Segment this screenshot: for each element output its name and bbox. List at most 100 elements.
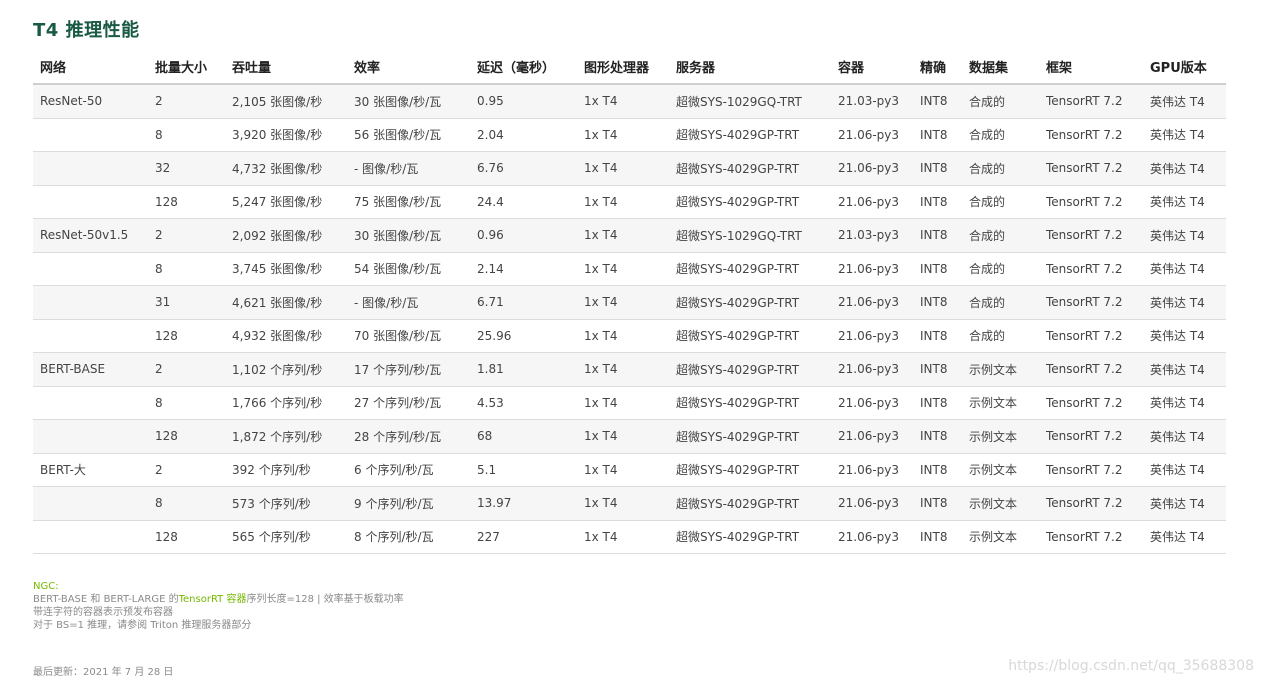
table-cell: 英伟达 T4 (1143, 520, 1226, 554)
table-cell: 1,872 个序列/秒 (225, 419, 347, 454)
ngc-label: NGC: (33, 581, 59, 592)
table-cell: 4.53 (470, 386, 577, 420)
table-cell: 4,932 张图像/秒 (225, 319, 347, 353)
table-cell: 128 (148, 419, 225, 454)
table-cell: 24.4 (470, 185, 577, 219)
table-cell: 54 张图像/秒/瓦 (347, 252, 470, 286)
table-cell: TensorRT 7.2 (1039, 185, 1143, 219)
tensorrt-container-link[interactable]: TensorRT 容器 (179, 594, 247, 605)
table-cell: 超微SYS-4029GP-TRT (669, 118, 831, 152)
table-cell: INT8 (913, 386, 962, 420)
network-cell[interactable]: ResNet-50 (33, 84, 148, 119)
network-cell (33, 285, 148, 320)
table-cell: 1x T4 (577, 520, 669, 554)
footnotes: NGC: BERT-BASE 和 BERT-LARGE 的TensorRT 容器… (33, 580, 404, 632)
table-cell: TensorRT 7.2 (1039, 520, 1143, 554)
table-cell: 英伟达 T4 (1143, 486, 1226, 521)
column-header: 服务器 (669, 50, 831, 85)
table-cell: 超微SYS-4029GP-TRT (669, 419, 831, 454)
network-cell[interactable]: BERT-大 (33, 453, 148, 487)
table-cell: 1x T4 (577, 185, 669, 219)
table-cell: 128 (148, 520, 225, 554)
table-cell: 超微SYS-4029GP-TRT (669, 185, 831, 219)
table-cell: 227 (470, 520, 577, 554)
table-cell: 示例文本 (962, 352, 1039, 387)
table-cell: 英伟达 T4 (1143, 84, 1226, 119)
table-cell: 5.1 (470, 453, 577, 487)
table-cell: 392 个序列/秒 (225, 453, 347, 487)
table-cell: 英伟达 T4 (1143, 218, 1226, 253)
network-cell[interactable]: ResNet-50v1.5 (33, 218, 148, 253)
table-cell: 示例文本 (962, 386, 1039, 420)
table-cell: INT8 (913, 352, 962, 387)
network-cell (33, 486, 148, 521)
table-cell: TensorRT 7.2 (1039, 419, 1143, 454)
table-cell: 超微SYS-4029GP-TRT (669, 285, 831, 320)
table-cell: 合成的 (962, 252, 1039, 286)
network-cell (33, 151, 148, 186)
column-header: 网络 (33, 50, 148, 85)
table-cell: 2 (148, 218, 225, 253)
table-cell: 1x T4 (577, 419, 669, 454)
table-row: 8 1,766 个序列/秒 27 个序列/秒/瓦 4.53 1x T4 超微SYS-402… (33, 386, 1226, 420)
table-cell: 超微SYS-4029GP-TRT (669, 486, 831, 521)
table-cell: 1x T4 (577, 352, 669, 387)
table-cell: 2,092 张图像/秒 (225, 218, 347, 253)
table-row: BERT-大 2 392 个序列/秒 6 个序列/秒/瓦 5.1 1x T4 超微SYS-4… (33, 453, 1226, 487)
table-row: 32 4,732 张图像/秒 - 图像/秒/瓦 6.76 1x T4 超微SYS-4029… (33, 151, 1226, 186)
table-cell: INT8 (913, 118, 962, 152)
table-cell: 21.06-py3 (831, 486, 913, 521)
table-cell: INT8 (913, 319, 962, 353)
table-cell: 合成的 (962, 84, 1039, 119)
network-cell (33, 252, 148, 286)
column-header: 吞吐量 (225, 50, 347, 85)
table-cell: 1.81 (470, 352, 577, 387)
table-cell: 0.96 (470, 218, 577, 253)
table-cell: 英伟达 T4 (1143, 185, 1226, 219)
watermark: https://blog.csdn.net/qq_35688308 (1008, 658, 1254, 674)
table-cell: INT8 (913, 520, 962, 554)
table-cell: 1,766 个序列/秒 (225, 386, 347, 420)
note-line-1-suffix: 序列长度=128 | 效率基于板载功率 (246, 594, 404, 605)
table-cell: TensorRT 7.2 (1039, 84, 1143, 119)
table-cell: 英伟达 T4 (1143, 386, 1226, 420)
table-cell: 2.14 (470, 252, 577, 286)
table-cell: 超微SYS-1029GQ-TRT (669, 84, 831, 119)
network-cell[interactable]: BERT-BASE (33, 352, 148, 387)
network-cell (33, 185, 148, 219)
table-row: 31 4,621 张图像/秒 - 图像/秒/瓦 6.71 1x T4 超微SYS-4029… (33, 285, 1226, 320)
table-cell: TensorRT 7.2 (1039, 252, 1143, 286)
table-cell: 21.06-py3 (831, 185, 913, 219)
table-cell: 1x T4 (577, 151, 669, 186)
table-cell: 示例文本 (962, 453, 1039, 487)
table-cell: 128 (148, 185, 225, 219)
table-cell: 合成的 (962, 151, 1039, 186)
table-row: 8 3,920 张图像/秒 56 张图像/秒/瓦 2.04 1x T4 超微SYS-402… (33, 118, 1226, 152)
note-line-2: 带连字符的容器表示预发布容器 (33, 607, 173, 618)
table-header-row: 网络 批量大小 吞吐量 效率 延迟（毫秒） 图形处理器 服务器 容器 精确 数据集 框架 GPU版本 (33, 50, 1226, 85)
table-cell: 超微SYS-1029GQ-TRT (669, 218, 831, 253)
table-cell: 128 (148, 319, 225, 353)
table-cell: 示例文本 (962, 419, 1039, 454)
table-cell: 30 张图像/秒/瓦 (347, 218, 470, 253)
table-cell: 2 (148, 352, 225, 387)
column-header: 批量大小 (148, 50, 225, 85)
table-cell: 5,247 张图像/秒 (225, 185, 347, 219)
table-cell: 1x T4 (577, 84, 669, 119)
table-cell: 超微SYS-4029GP-TRT (669, 151, 831, 186)
network-cell (33, 419, 148, 454)
table-cell: 21.06-py3 (831, 319, 913, 353)
table-cell: 3,745 张图像/秒 (225, 252, 347, 286)
table-cell: 0.95 (470, 84, 577, 119)
table-cell: 1,102 个序列/秒 (225, 352, 347, 387)
table-cell: INT8 (913, 252, 962, 286)
table-cell: 68 (470, 419, 577, 454)
table-cell: INT8 (913, 486, 962, 521)
performance-table: 网络 批量大小 吞吐量 效率 延迟（毫秒） 图形处理器 服务器 容器 精确 数据集 框架 GPU版本 … (33, 50, 1226, 554)
table-cell: 1x T4 (577, 319, 669, 353)
table-cell: 28 个序列/秒/瓦 (347, 419, 470, 454)
table-cell: 2.04 (470, 118, 577, 152)
table-cell: TensorRT 7.2 (1039, 352, 1143, 387)
table-cell: 31 (148, 285, 225, 320)
table-cell: 合成的 (962, 118, 1039, 152)
